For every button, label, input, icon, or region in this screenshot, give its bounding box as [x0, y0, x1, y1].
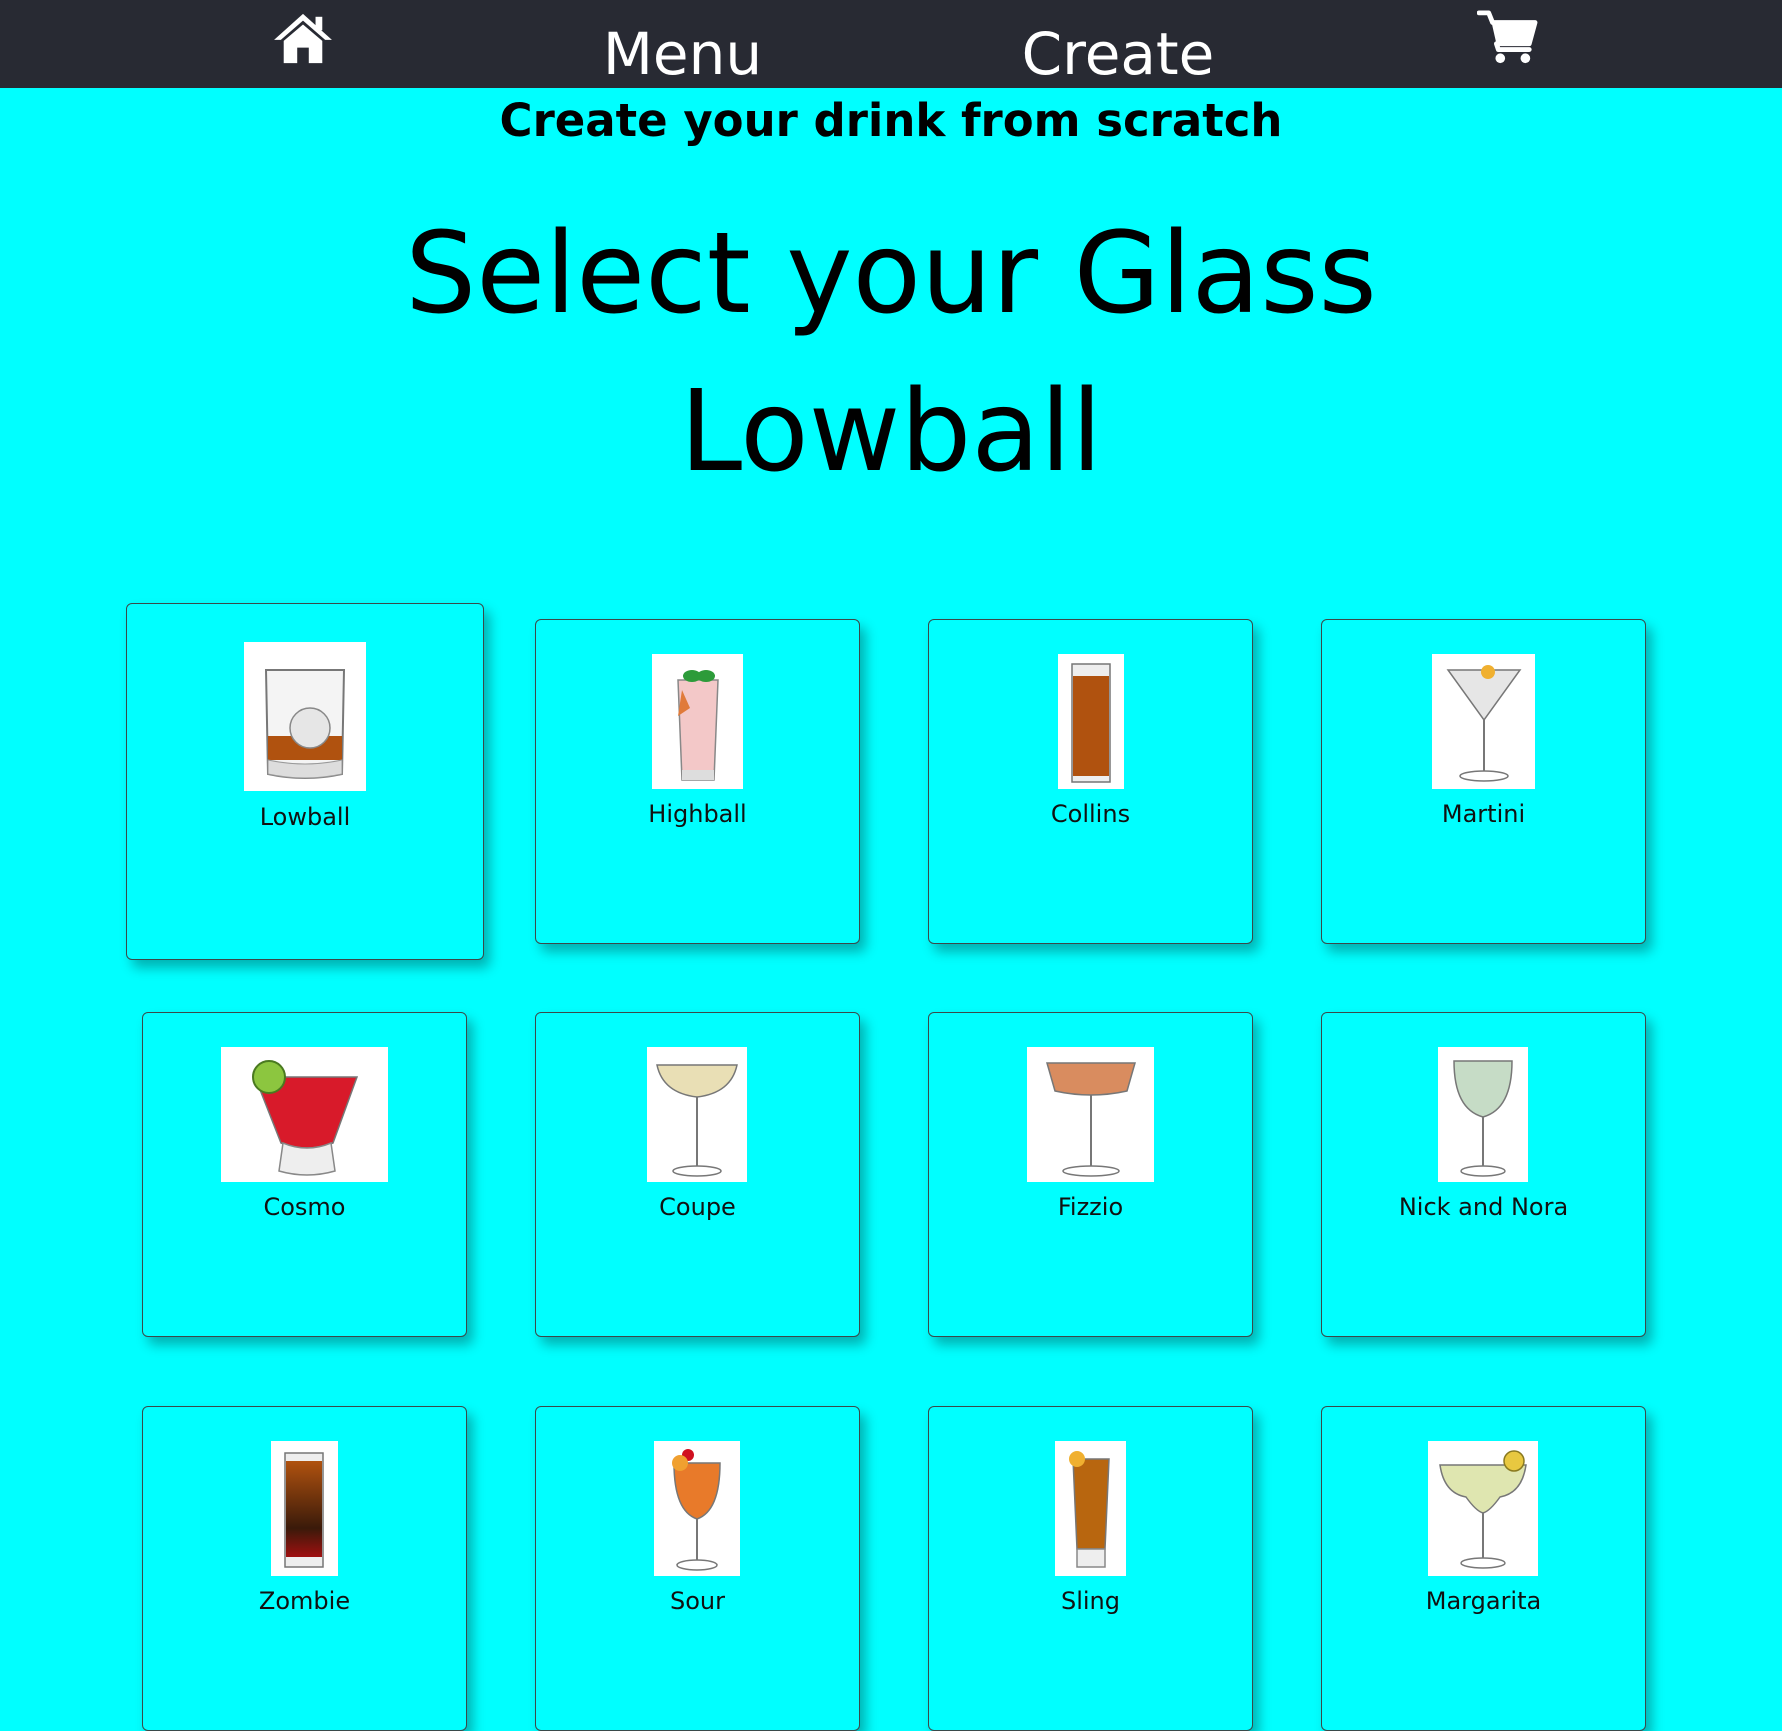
cart-button[interactable]	[1474, 0, 1542, 88]
glass-card-lowball[interactable]: Lowball	[126, 603, 484, 960]
top-navbar: Menu Create	[0, 0, 1782, 88]
nav-create-link[interactable]: Create	[1012, 0, 1224, 98]
glass-card-label: Highball	[648, 800, 747, 828]
home-icon	[272, 11, 334, 65]
glass-card-label: Margarita	[1425, 1587, 1542, 1615]
home-button[interactable]	[262, 0, 344, 88]
glass-card-cosmo[interactable]: Cosmo	[142, 1012, 467, 1337]
highball-glass-icon	[652, 654, 743, 789]
glass-card-collins[interactable]: Collins	[928, 619, 1253, 944]
shopping-cart-icon	[1476, 9, 1539, 65]
glass-card-zombie[interactable]: Zombie	[142, 1406, 467, 1731]
glass-card-sling[interactable]: Sling	[928, 1406, 1253, 1731]
glass-card-label: Zombie	[258, 1587, 351, 1615]
glass-card-highball[interactable]: Highball	[535, 619, 860, 944]
glass-card-label: Collins	[1050, 800, 1131, 828]
glass-card-label: Martini	[1441, 800, 1526, 828]
margarita-glass-icon	[1428, 1441, 1538, 1576]
glass-card-label: Sling	[1060, 1587, 1120, 1615]
glass-card-label: Fizzio	[1057, 1193, 1124, 1221]
collins-glass-icon	[1058, 654, 1124, 789]
nick-and-nora-glass-icon	[1438, 1047, 1528, 1182]
glass-card-coupe[interactable]: Coupe	[535, 1012, 860, 1337]
glass-card-label: Nick and Nora	[1398, 1193, 1569, 1221]
glass-card-sour[interactable]: Sour	[535, 1406, 860, 1731]
martini-glass-icon	[1432, 654, 1535, 789]
glass-card-margarita[interactable]: Margarita	[1321, 1406, 1646, 1731]
glass-card-label: Sour	[670, 1587, 725, 1615]
zombie-glass-icon	[271, 1441, 338, 1576]
selected-glass-name: Lowball	[679, 367, 1103, 497]
glass-card-label: Lowball	[259, 803, 351, 831]
glass-card-label: Cosmo	[263, 1193, 346, 1221]
page-heading: Select your Glass	[405, 209, 1377, 339]
lowball-glass-icon	[244, 642, 366, 791]
glass-card-nick-and-nora[interactable]: Nick and Nora	[1321, 1012, 1646, 1337]
glass-card-label: Coupe	[659, 1193, 736, 1221]
nav-menu-link[interactable]: Menu	[580, 0, 785, 98]
cosmo-glass-icon	[221, 1047, 388, 1182]
fizzio-glass-icon	[1027, 1047, 1154, 1182]
coupe-glass-icon	[647, 1047, 747, 1182]
page-subtitle: Create your drink from scratch	[499, 94, 1283, 147]
sling-glass-icon	[1055, 1441, 1126, 1576]
glass-card-martini[interactable]: Martini	[1321, 619, 1646, 944]
glass-card-fizzio[interactable]: Fizzio	[928, 1012, 1253, 1337]
sour-glass-icon	[654, 1441, 740, 1576]
